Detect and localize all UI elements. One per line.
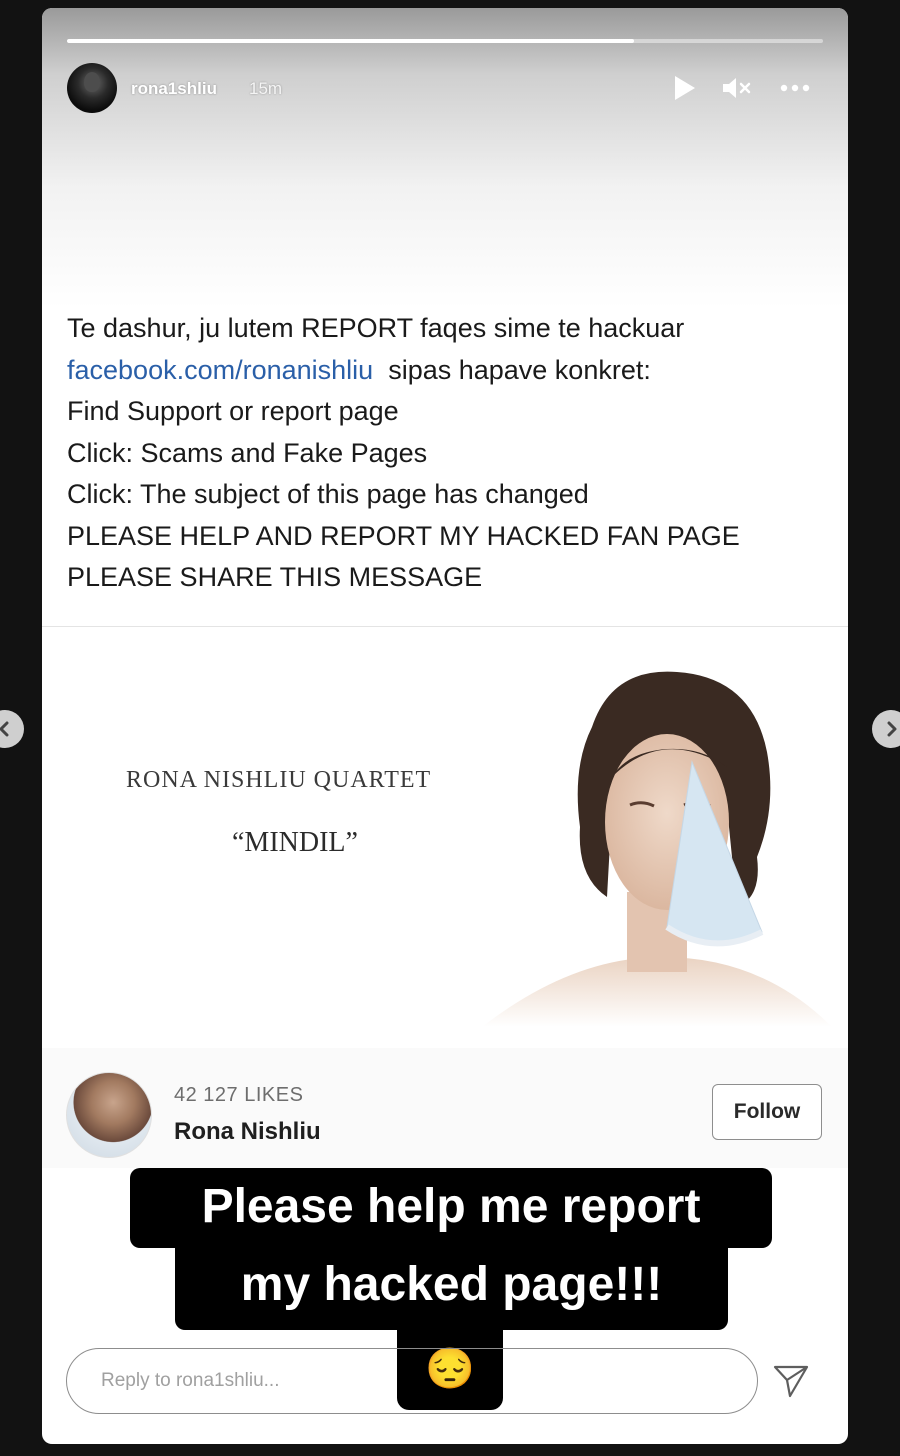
story-viewer[interactable]: rona1shliu 15m Te dashur, ju lutem REPOR… (42, 8, 848, 1444)
more-options-button[interactable] (775, 71, 815, 105)
follow-button[interactable]: Follow (712, 1084, 822, 1140)
send-paper-plane-icon (773, 1365, 809, 1398)
author-avatar[interactable] (67, 63, 117, 113)
next-story-button[interactable] (872, 710, 900, 748)
mute-button[interactable] (717, 71, 757, 105)
more-dots-icon (780, 84, 810, 92)
album-cover: RONA NISHLIU QUARTET “MINDIL” (42, 627, 848, 1047)
caption-line: Please help me report (130, 1168, 772, 1248)
likes-count: 42 127 LIKES (174, 1084, 304, 1106)
play-button[interactable] (667, 71, 701, 105)
reply-input[interactable]: Reply to rona1shliu... (66, 1348, 758, 1414)
caption-line: my hacked page!!! (175, 1246, 728, 1330)
story-timestamp: 15m (249, 79, 283, 98)
play-icon (675, 76, 695, 100)
band-name: RONA NISHLIU QUARTET (126, 767, 432, 793)
message-line-rest: sipas hapave konkret: (373, 354, 651, 385)
message-line: Te dashur, ju lutem REPORT faqes sime te… (67, 313, 685, 343)
previous-story-button[interactable] (0, 710, 24, 748)
chevron-left-icon (0, 721, 9, 737)
message-line: facebook.com/ronanishliu sipas hapave ko… (67, 350, 827, 392)
page-card: 42 127 LIKES Rona Nishliu Follow (42, 1048, 848, 1168)
chevron-right-icon (887, 721, 897, 737)
page-avatar[interactable] (66, 1072, 152, 1158)
message-line: PLEASE SHARE THIS MESSAGE (67, 562, 483, 592)
story-header: rona1shliu 15m (67, 63, 823, 115)
story-progress-bar (67, 39, 823, 43)
speaker-muted-icon (723, 78, 751, 98)
story-progress-fill (67, 39, 634, 43)
author-username[interactable]: rona1shliu (131, 79, 217, 99)
message-line: PLEASE HELP AND REPORT MY HACKED FAN PAG… (67, 520, 740, 551)
portrait-image (482, 671, 832, 1027)
message-line: Click: The subject of this page has chan… (67, 479, 589, 509)
message-line: Click: Scams and Fake Pages (67, 437, 428, 468)
screenshot-message: Te dashur, ju lutem REPORT faqes sime te… (67, 308, 827, 599)
facebook-link[interactable]: facebook.com/ronanishliu (67, 355, 373, 385)
page-name[interactable]: Rona Nishliu (174, 1118, 321, 1146)
message-line: Find Support or report page (67, 396, 399, 426)
album-title: “MINDIL” (232, 827, 358, 858)
send-button[interactable] (770, 1360, 812, 1402)
header-gradient (42, 8, 848, 308)
